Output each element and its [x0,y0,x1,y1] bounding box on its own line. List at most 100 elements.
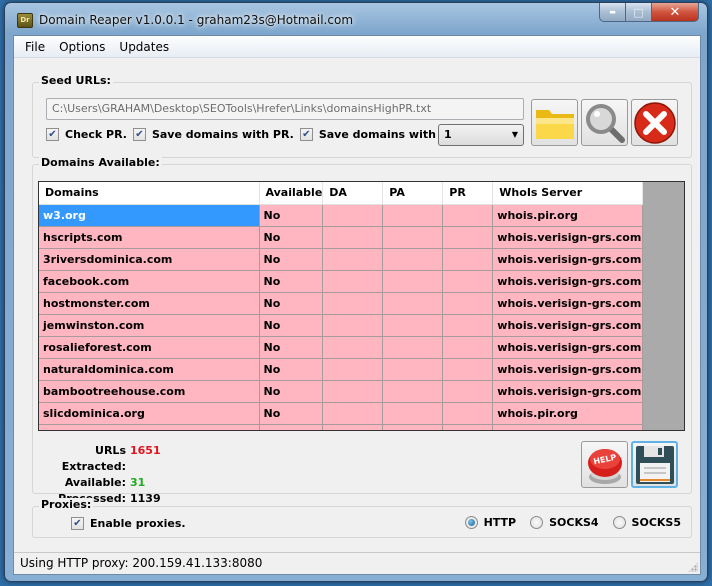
cell-da[interactable] [322,226,384,249]
col-header-da[interactable]: DA [322,182,384,205]
cell-whois[interactable]: whois.verisign-grs.com [492,314,644,337]
cell-domain[interactable]: rosalieforest.com [39,336,260,359]
cell-pa[interactable] [382,380,444,403]
cell-domain[interactable]: hscripts.com [39,226,260,249]
menu-file[interactable]: File [18,40,52,54]
cell-pa[interactable] [382,402,444,425]
cell-pa[interactable] [382,358,444,381]
table-row[interactable]: hscripts.com No whois.verisign-grs.com [39,226,644,249]
stop-button[interactable] [631,99,678,146]
col-header-pa[interactable]: PA [382,182,444,205]
menu-updates[interactable]: Updates [112,40,176,54]
save-button[interactable] [631,441,678,488]
search-button[interactable] [581,99,628,146]
table-row[interactable]: naturaldominica.com No whois.verisign-grs.… [39,358,644,381]
cell-pa[interactable] [382,204,444,227]
cell-pa[interactable] [382,226,444,249]
cell-pr[interactable] [442,226,494,249]
cell-pr[interactable] [442,204,494,227]
cell-domain[interactable]: w3.org [39,204,260,227]
cell-da[interactable] [322,292,384,315]
cell-pa[interactable] [382,248,444,271]
title-bar[interactable]: Dr Domain Reaper v1.0.0.1 - graham23s@Ho… [5,3,707,35]
cell-available[interactable]: No [259,248,324,271]
table-row[interactable]: rosalieforest.com No whois.verisign-grs.co… [39,336,644,359]
cell-available[interactable]: No [259,270,324,293]
cell-whois[interactable]: whois.verisign-grs.com [492,380,644,403]
cell-domain[interactable]: slicdominica.org [39,402,260,425]
cell-pr[interactable] [442,358,494,381]
empty-cell [382,424,444,430]
cell-domain[interactable]: hostmonster.com [39,292,260,315]
seed-path-input[interactable]: C:\Users\GRAHAM\Desktop\SEOTools\Hrefer\… [46,98,524,120]
socks4-radio[interactable] [530,516,544,529]
cell-da[interactable] [322,402,384,425]
check-pr-checkbox[interactable]: ✔ [46,128,59,141]
menu-options[interactable]: Options [52,40,112,54]
cell-pr[interactable] [442,248,494,271]
cell-da[interactable] [322,248,384,271]
help-button[interactable]: HELP [581,441,628,488]
save-pr-checkbox[interactable]: ✔ [132,128,146,141]
cell-pa[interactable] [382,292,444,315]
cell-available[interactable]: No [259,380,324,403]
cell-whois[interactable]: whois.verisign-grs.com [492,270,644,293]
table-row[interactable]: jemwinston.com No whois.verisign-grs.com [39,314,644,337]
cell-da[interactable] [322,380,384,403]
cell-domain[interactable]: jemwinston.com [39,314,260,337]
cell-whois[interactable]: whois.verisign-grs.com [492,358,644,381]
save-da-checkbox[interactable]: ✔ [299,128,313,141]
close-button[interactable]: ✕ [652,3,699,22]
cell-pa[interactable] [382,314,444,337]
cell-pr[interactable] [442,402,494,425]
col-header-whois[interactable]: WhoIs Server [492,182,644,205]
cell-da[interactable] [322,358,384,381]
maximize-button[interactable]: □ [626,3,652,22]
minimize-button[interactable]: ▬ [599,3,626,22]
cell-pr[interactable] [442,336,494,359]
da-threshold-select[interactable]: 1 ▼ [438,124,524,146]
table-row[interactable]: slicdominica.org No whois.pir.org [39,402,644,425]
cell-available[interactable]: No [259,226,324,249]
cell-available[interactable]: No [259,358,324,381]
cell-pa[interactable] [382,270,444,293]
open-file-button[interactable] [531,99,578,146]
table-row[interactable]: hostmonster.com No whois.verisign-grs.com [39,292,644,315]
cell-domain[interactable]: bambootreehouse.com [39,380,260,403]
cell-da[interactable] [322,314,384,337]
table-row[interactable]: bambootreehouse.com No whois.verisign-grs.… [39,380,644,403]
cell-domain[interactable]: 3riversdominica.com [39,248,260,271]
http-radio[interactable] [464,516,478,529]
cell-pa[interactable] [382,336,444,359]
col-header-pr[interactable]: PR [442,182,494,205]
cell-available[interactable]: No [259,314,324,337]
cell-available[interactable]: No [259,292,324,315]
cell-da[interactable] [322,204,384,227]
cell-domain[interactable]: facebook.com [39,270,260,293]
cell-domain[interactable]: naturaldominica.com [39,358,260,381]
cell-whois[interactable]: whois.verisign-grs.com [492,226,644,249]
table-row[interactable]: 3riversdominica.com No whois.verisign-grs.… [39,248,644,271]
cell-pr[interactable] [442,270,494,293]
cell-whois[interactable]: whois.verisign-grs.com [492,336,644,359]
cell-whois[interactable]: whois.verisign-grs.com [492,292,644,315]
cell-whois[interactable]: whois.pir.org [492,204,644,227]
enable-proxies-checkbox[interactable]: ✔ [71,517,84,530]
cell-da[interactable] [322,270,384,293]
cell-available[interactable]: No [259,204,324,227]
socks5-radio[interactable] [612,516,626,529]
table-row[interactable]: w3.org No whois.pir.org [39,204,644,227]
cell-whois[interactable]: whois.verisign-grs.com [492,248,644,271]
col-header-domains[interactable]: Domains [39,182,260,205]
cell-da[interactable] [322,336,384,359]
resize-grip-icon[interactable] [688,562,698,572]
table-row[interactable]: facebook.com No whois.verisign-grs.com [39,270,644,293]
cell-available[interactable]: No [259,402,324,425]
cell-pr[interactable] [442,314,494,337]
domains-grid[interactable]: Domains Available DA PA PR WhoIs Server … [38,181,685,431]
col-header-available[interactable]: Available [259,182,324,205]
cell-whois[interactable]: whois.pir.org [492,402,644,425]
cell-pr[interactable] [442,380,494,403]
cell-pr[interactable] [442,292,494,315]
cell-available[interactable]: No [259,336,324,359]
